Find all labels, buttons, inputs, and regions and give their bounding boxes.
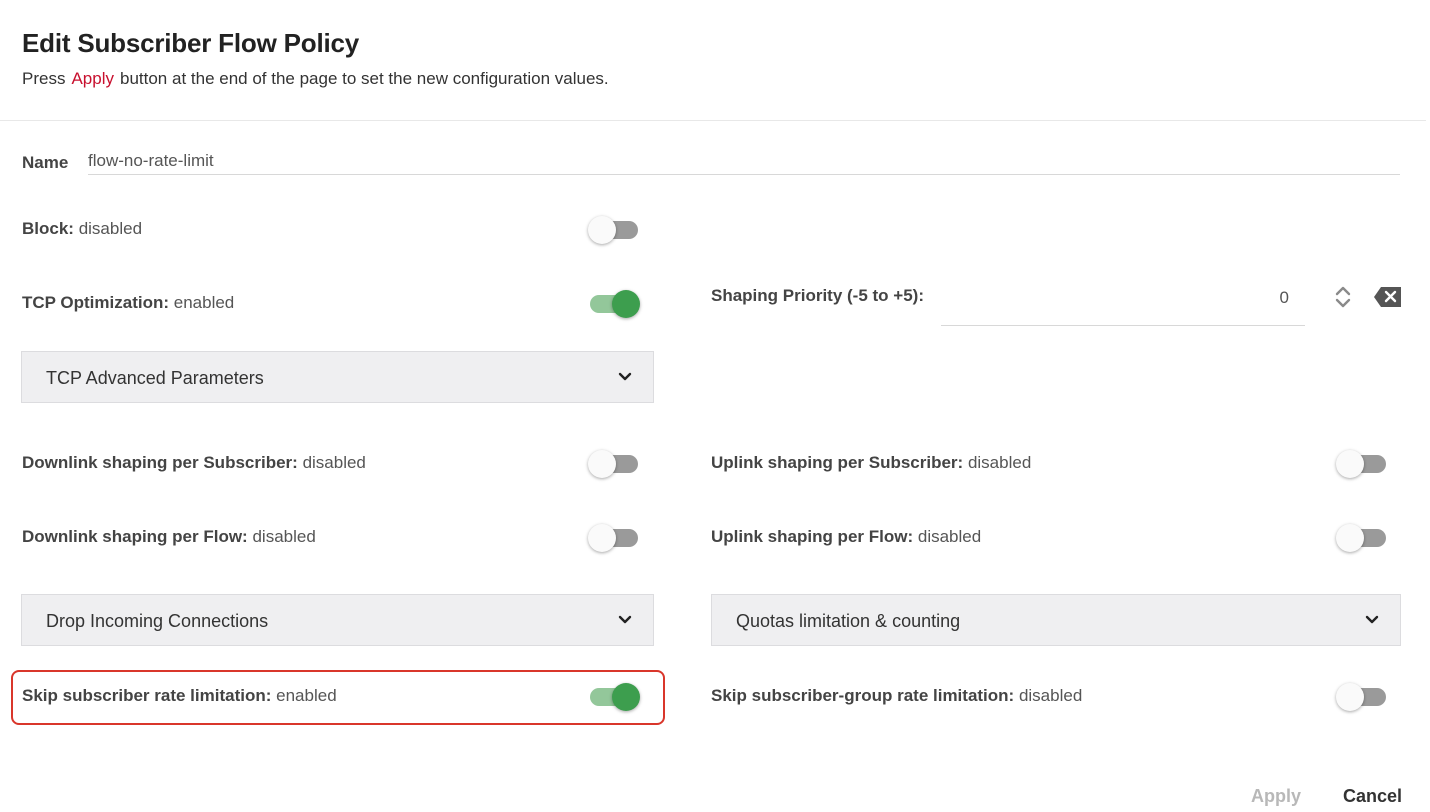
uplink-flow-label-key: Uplink shaping per Flow: (711, 527, 914, 546)
tcp-optimization-state: enabled (173, 293, 235, 312)
toggle-knob (588, 524, 616, 552)
subtitle-prefix: Press (22, 69, 66, 88)
downlink-subscriber-state: disabled (302, 453, 366, 472)
spinner-svg (1335, 286, 1351, 308)
downlink-flow-label-key: Downlink shaping per Flow: (22, 527, 248, 546)
block-toggle[interactable] (588, 216, 640, 244)
skip-group-rate-label: Skip subscriber-group rate limitation: d… (711, 686, 1082, 706)
chevron-down-icon (618, 372, 632, 381)
downlink-subscriber-label: Downlink shaping per Subscriber: disable… (22, 453, 366, 473)
block-label: Block: disabled (22, 219, 142, 239)
chevron-down-icon (1365, 615, 1379, 624)
toggle-knob (612, 290, 640, 318)
uplink-flow-label: Uplink shaping per Flow: disabled (711, 527, 981, 547)
uplink-subscriber-label: Uplink shaping per Subscriber: disabled (711, 453, 1031, 473)
toggle-knob (588, 216, 616, 244)
drop-incoming-connections-title: Drop Incoming Connections (46, 611, 269, 631)
skip-subscriber-rate-state: enabled (276, 686, 337, 705)
chevron-down-icon (618, 615, 632, 624)
uplink-subscriber-label-key: Uplink shaping per Subscriber: (711, 453, 964, 472)
shaping-priority-label: Shaping Priority (-5 to +5): (711, 286, 924, 306)
up-down-arrows-icon[interactable] (1333, 283, 1353, 311)
name-label: Name (22, 153, 69, 172)
tcp-optimization-toggle[interactable] (588, 290, 640, 318)
tcp-advanced-parameters-title: TCP Advanced Parameters (46, 368, 264, 388)
uplink-subscriber-state: disabled (967, 453, 1032, 472)
block-state: disabled (78, 219, 143, 238)
downlink-subscriber-toggle[interactable] (588, 450, 640, 478)
uplink-flow-state: disabled (917, 527, 982, 546)
downlink-subscriber-label-key: Downlink shaping per Subscriber: (22, 453, 298, 472)
tcp-optimization-label: TCP Optimization: enabled (22, 293, 234, 313)
quotas-limitation-panel[interactable]: Quotas limitation & counting (711, 594, 1401, 646)
backspace-clear-icon[interactable] (1373, 286, 1403, 308)
downlink-flow-state: disabled (252, 527, 316, 546)
quotas-limitation-title: Quotas limitation & counting (736, 611, 961, 631)
toggle-knob (588, 450, 616, 478)
toggle-knob (1336, 683, 1364, 711)
skip-group-rate-toggle[interactable] (1336, 683, 1388, 711)
page-subtitle: Press Apply button at the end of the page … (22, 69, 609, 89)
toggle-knob (612, 683, 640, 711)
uplink-subscriber-toggle[interactable] (1336, 450, 1388, 478)
skip-group-rate-state: disabled (1018, 686, 1083, 705)
cancel-button[interactable]: Cancel (1343, 786, 1402, 807)
skip-subscriber-rate-label: Skip subscriber rate limitation: enabled (22, 686, 337, 706)
page-title: Edit Subscriber Flow Policy (22, 28, 360, 58)
header-divider (0, 120, 1426, 121)
uplink-flow-toggle[interactable] (1336, 524, 1388, 552)
toggle-knob (1336, 524, 1364, 552)
tcp-optimization-label-key: TCP Optimization: (22, 293, 170, 312)
clear-svg (1374, 287, 1401, 307)
drop-incoming-connections-panel[interactable]: Drop Incoming Connections (21, 594, 654, 646)
shaping-priority-label-text: Shaping Priority (-5 to +5): (711, 286, 924, 305)
toggle-knob (1336, 450, 1364, 478)
subtitle-suffix: button at the end of the page to set the… (120, 69, 609, 88)
shaping-priority-input[interactable]: 0 (941, 272, 1305, 326)
apply-button[interactable]: Apply (1251, 786, 1301, 807)
subtitle-apply-link: Apply (71, 69, 114, 88)
downlink-flow-label: Downlink shaping per Flow: disabled (22, 527, 316, 547)
skip-subscriber-rate-toggle[interactable] (588, 683, 640, 711)
shaping-priority-value: 0 (1279, 288, 1289, 307)
name-input[interactable] (88, 148, 1400, 175)
skip-subscriber-rate-label-key: Skip subscriber rate limitation: (22, 686, 272, 705)
tcp-advanced-parameters-panel[interactable]: TCP Advanced Parameters (21, 351, 654, 403)
downlink-flow-toggle[interactable] (588, 524, 640, 552)
skip-group-rate-label-key: Skip subscriber-group rate limitation: (711, 686, 1015, 705)
block-label-key: Block: (22, 219, 74, 238)
